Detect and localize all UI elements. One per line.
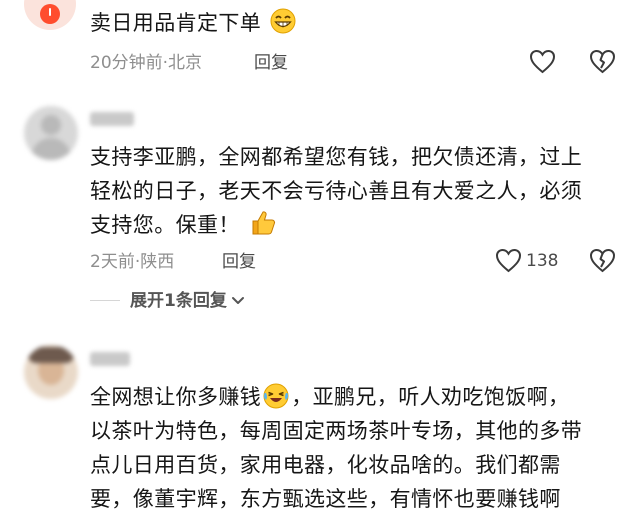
dislike-icon[interactable] xyxy=(589,248,616,273)
username[interactable] xyxy=(90,112,134,126)
avatar[interactable] xyxy=(24,106,78,160)
like-count: 138 xyxy=(526,250,559,271)
avatar[interactable] xyxy=(24,0,76,30)
comment-location: 陕西 xyxy=(140,252,175,272)
reply-divider xyxy=(90,300,120,301)
reply-button[interactable]: 回复 xyxy=(222,251,256,273)
avatar[interactable] xyxy=(24,345,78,399)
chevron-down-icon xyxy=(231,296,245,306)
username[interactable] xyxy=(90,352,130,366)
grinning-face-icon xyxy=(270,8,296,34)
expand-replies-label: 展开1条回复 xyxy=(130,291,227,311)
comment-time: 20分钟前 xyxy=(90,53,163,73)
comment-text: 全网想让你多赚钱 ，亚鹏兄，听人劝吃饱饭啊， 以茶叶为特色，每周固定两场茶叶专场… xyxy=(90,380,635,516)
comment-text: 卖日用品肯定下单 xyxy=(90,6,296,40)
like-icon[interactable] xyxy=(529,49,556,74)
comment-line: 要，像董宇辉，东方甄选这些，有情怀也要赚钱啊 xyxy=(90,487,561,511)
expand-replies-button[interactable]: 展开1条回复 xyxy=(130,290,245,312)
comment-line: 以茶叶为特色，每周固定两场茶叶专场，其他的多带 xyxy=(90,419,583,443)
comment-line: ，亚鹏兄，听人劝吃饱饭啊， xyxy=(291,385,570,409)
reply-button[interactable]: 回复 xyxy=(254,52,288,74)
comment-line: 轻松的日子，老天不会亏待心善且有大爱之人，必须 xyxy=(90,179,583,203)
like-button[interactable]: 138 xyxy=(495,248,558,273)
thumbs-up-icon xyxy=(249,209,277,237)
comment-time: 2天前 xyxy=(90,252,135,272)
comment-meta: 2天前·陕西 xyxy=(90,251,174,273)
like-icon xyxy=(495,248,522,273)
comment-line: 支持李亚鹏，全网都希望您有钱，把欠债还清，过上 xyxy=(90,145,583,169)
live-badge-icon xyxy=(40,4,60,24)
comment-line: 点儿日用百货，家用电器，化妆品啥的。我们都需 xyxy=(90,453,561,477)
laughing-tears-icon xyxy=(263,383,289,409)
comment-location: 北京 xyxy=(168,53,203,73)
comment-meta: 20分钟前·北京 xyxy=(90,52,202,74)
comment-line: 支持您。保重！ xyxy=(90,213,240,237)
dislike-icon[interactable] xyxy=(589,49,616,74)
comment-line: 全网想让你多赚钱 xyxy=(90,385,262,409)
comment-text: 支持李亚鹏，全网都希望您有钱，把欠债还清，过上 轻松的日子，老天不会亏待心善且有… xyxy=(90,140,635,242)
